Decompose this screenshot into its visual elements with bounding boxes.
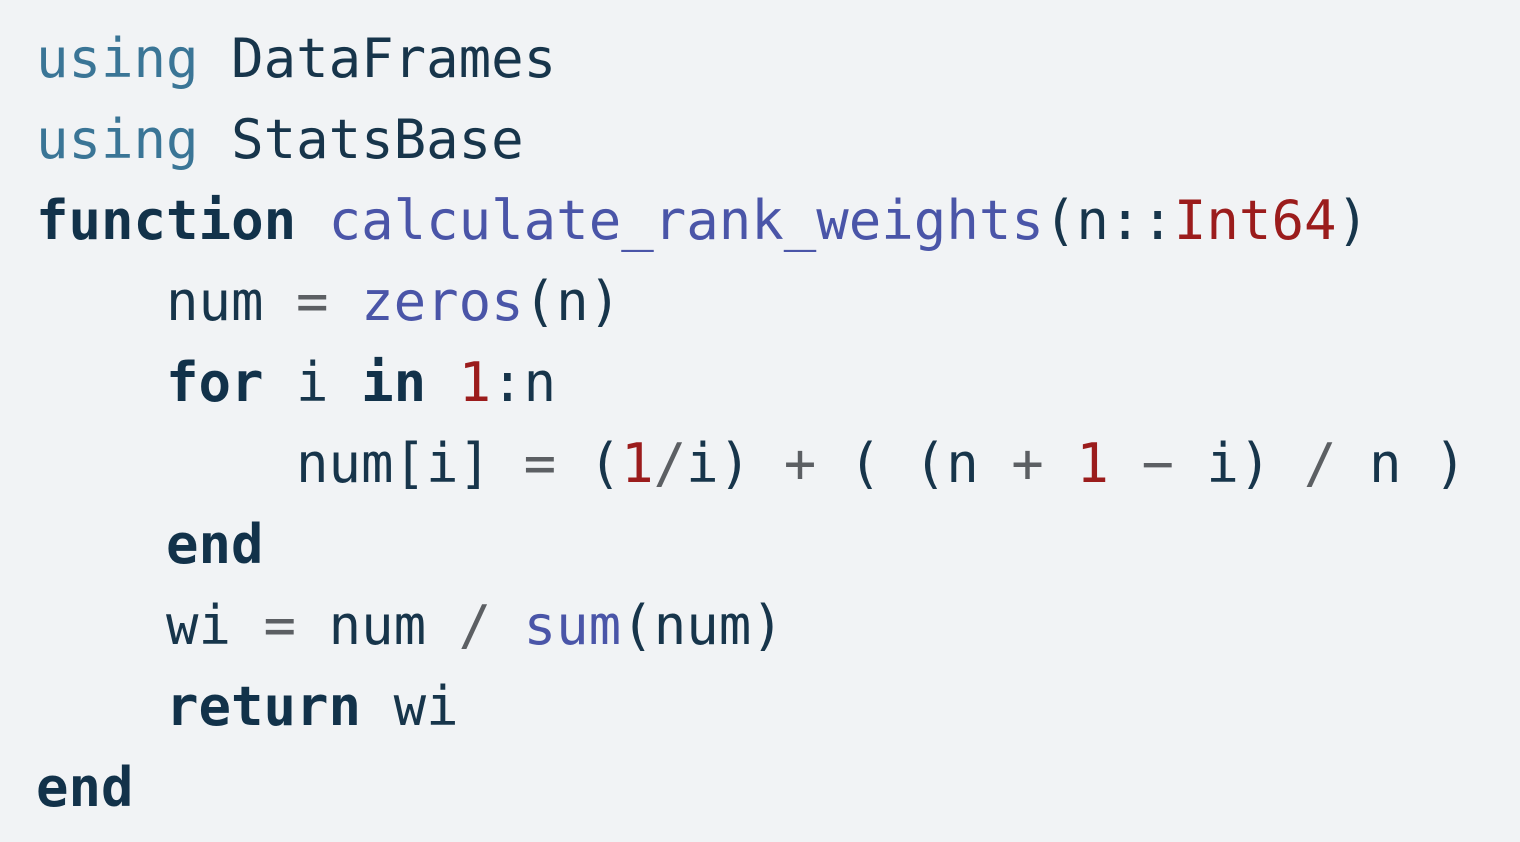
code-token: ): [1336, 189, 1369, 252]
code-token: i): [686, 432, 784, 495]
import-keyword-token: using: [36, 27, 199, 90]
keyword-token: function: [36, 189, 297, 252]
code-line-10: end: [36, 747, 1520, 828]
operator-token: =: [523, 432, 557, 495]
code-token: (n): [523, 270, 622, 333]
operator-token: /: [653, 432, 687, 495]
code-token: n ): [1336, 432, 1467, 495]
operator-token: +: [783, 432, 817, 495]
keyword-token: for: [166, 351, 264, 414]
code-line-5: for i in 1:n: [36, 342, 1520, 423]
function-name-token: sum: [523, 594, 622, 657]
code-token: num: [296, 594, 459, 657]
code-line-2: using StatsBase: [36, 99, 1520, 180]
operator-token: /: [458, 594, 492, 657]
code-line-3: function calculate_rank_weights(n::Int64…: [36, 180, 1520, 261]
code-token: (: [556, 432, 622, 495]
function-name-token: calculate_rank_weights: [328, 189, 1044, 252]
keyword-token: end: [36, 756, 134, 819]
code-token: (num): [621, 594, 784, 657]
code-token: ( (n: [816, 432, 1012, 495]
keyword-token: return: [166, 675, 362, 738]
code-token: num[i]: [296, 432, 524, 495]
operator-token: +: [1011, 432, 1044, 495]
number-literal-token: 1: [458, 351, 492, 414]
keyword-token: end: [166, 513, 264, 576]
number-literal-token: 1: [621, 432, 654, 495]
code-token: StatsBase: [231, 108, 524, 171]
code-line-7: end: [36, 504, 1520, 585]
operator-token: =: [296, 270, 329, 333]
operator-token: /: [1303, 432, 1337, 495]
function-name-token: zeros: [361, 270, 524, 333]
code-token: wi: [361, 675, 459, 738]
keyword-token: in: [361, 351, 427, 414]
code-token: :n: [491, 351, 557, 414]
code-block: using DataFrames using StatsBase functio…: [0, 0, 1520, 842]
code-token: num: [166, 270, 297, 333]
import-keyword-token: using: [36, 108, 199, 171]
code-token: i): [1173, 432, 1304, 495]
type-token: Int64: [1173, 189, 1337, 252]
code-line-6: num[i] = (1/i) + ( (n + 1 − i) / n ): [36, 423, 1520, 504]
code-token: i: [263, 351, 362, 414]
code-line-9: return wi: [36, 666, 1520, 747]
number-literal-token: 1: [1076, 432, 1109, 495]
code-line-4: num = zeros(n): [36, 261, 1520, 342]
code-line-8: wi = num / sum(num): [36, 585, 1520, 666]
code-line-1: using DataFrames: [36, 18, 1520, 99]
operator-token: −: [1141, 432, 1174, 495]
code-token: wi: [166, 594, 264, 657]
operator-token: =: [263, 594, 297, 657]
code-token: DataFrames: [231, 27, 557, 90]
code-token: (n::: [1043, 189, 1174, 252]
